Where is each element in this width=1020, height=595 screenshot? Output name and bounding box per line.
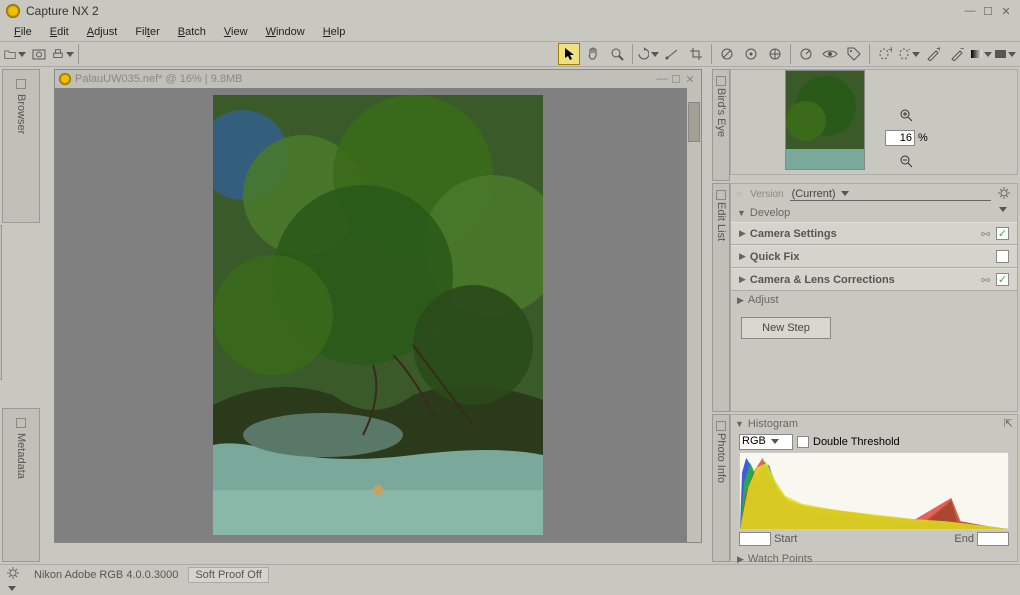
dev-camera-settings[interactable]: ▶Camera Settings⚯✓ bbox=[731, 222, 1017, 245]
fill-tool-icon[interactable] bbox=[994, 43, 1016, 65]
main-toolbar: + − + − bbox=[0, 41, 1020, 67]
new-step-button[interactable]: New Step bbox=[741, 317, 831, 339]
histogram-end-label: End bbox=[954, 533, 974, 545]
edit-list-tab[interactable]: Edit List bbox=[712, 183, 730, 412]
menu-help[interactable]: Help bbox=[315, 24, 354, 40]
double-threshold-checkbox[interactable] bbox=[797, 436, 809, 448]
develop-section[interactable]: ▼Develop bbox=[731, 204, 1017, 222]
snapshot-tool-icon[interactable] bbox=[28, 43, 50, 65]
zoom-unit: % bbox=[918, 132, 928, 144]
histogram-section[interactable]: ▼Histogram⇱ bbox=[731, 415, 1017, 432]
menu-file[interactable]: File bbox=[6, 24, 40, 40]
color-profile-status: Nikon Adobe RGB 4.0.0.3000 bbox=[34, 569, 178, 581]
svg-text:+: + bbox=[888, 47, 892, 56]
histogram-detach-icon[interactable]: ⇱ bbox=[1004, 417, 1013, 430]
svg-text:+: + bbox=[936, 47, 940, 55]
checkbox[interactable]: ✓ bbox=[996, 273, 1009, 286]
dev-camera-lens-corrections[interactable]: ▶Camera & Lens Corrections⚯✓ bbox=[731, 268, 1017, 291]
histogram-channel-select[interactable]: RGB bbox=[739, 434, 793, 450]
color-picker-tool-icon[interactable] bbox=[795, 43, 817, 65]
preferences-icon[interactable] bbox=[6, 566, 24, 584]
redeye-tool-icon[interactable] bbox=[819, 43, 841, 65]
open-tool-icon[interactable] bbox=[4, 43, 26, 65]
browser-panel-tab[interactable]: Browser bbox=[2, 69, 40, 223]
zoom-value-input[interactable] bbox=[885, 130, 915, 146]
histogram-chart bbox=[739, 452, 1009, 530]
histogram-start-input[interactable] bbox=[739, 532, 771, 546]
version-select[interactable]: (Current) bbox=[790, 188, 991, 201]
pointer-tool-icon[interactable] bbox=[558, 43, 580, 65]
minimize-button[interactable]: — bbox=[962, 4, 978, 18]
version-burst-icon: ✳ bbox=[735, 188, 744, 201]
histogram-start-label: Start bbox=[774, 533, 797, 545]
zoom-in-icon[interactable] bbox=[897, 106, 915, 124]
maximize-button[interactable]: ☐ bbox=[980, 4, 996, 18]
double-threshold-label: Double Threshold bbox=[813, 436, 900, 448]
white-point-tool-icon[interactable] bbox=[740, 43, 762, 65]
brush-plus-tool-icon[interactable]: + bbox=[922, 43, 944, 65]
folders-panel-tab[interactable]: Folders bbox=[0, 225, 2, 379]
neutral-point-tool-icon[interactable] bbox=[764, 43, 786, 65]
menu-window[interactable]: Window bbox=[258, 24, 313, 40]
crop-tool-icon[interactable] bbox=[685, 43, 707, 65]
doc-minimize-button[interactable]: — bbox=[655, 72, 669, 86]
gradient-tool-icon[interactable] bbox=[970, 43, 992, 65]
histogram-end-input[interactable] bbox=[977, 532, 1009, 546]
menu-adjust[interactable]: Adjust bbox=[79, 24, 126, 40]
svg-text:−: − bbox=[908, 47, 910, 56]
document-window: PalauUW035.nef* @ 16% | 9.8MB — ☐ ✕ bbox=[54, 69, 702, 543]
link-icon: ⚯ bbox=[981, 228, 993, 240]
soft-proof-status[interactable]: Soft Proof Off bbox=[188, 567, 268, 583]
birds-eye-tab[interactable]: Bird's Eye bbox=[712, 69, 730, 181]
photo-info-tab[interactable]: Photo Info bbox=[712, 414, 730, 562]
watch-points-section[interactable]: ▶Watch Points bbox=[731, 550, 1017, 568]
photo-canvas[interactable] bbox=[213, 95, 543, 535]
brush-minus-tool-icon[interactable]: − bbox=[946, 43, 968, 65]
app-icon bbox=[6, 4, 20, 18]
menu-batch[interactable]: Batch bbox=[170, 24, 214, 40]
lasso-minus-tool-icon[interactable]: − bbox=[898, 43, 920, 65]
dev-quick-fix[interactable]: ▶Quick Fix bbox=[731, 245, 1017, 268]
adjust-section[interactable]: ▶Adjust bbox=[731, 291, 1017, 309]
metadata-panel-tab[interactable]: Metadata bbox=[2, 408, 40, 562]
rotate-tool-icon[interactable] bbox=[637, 43, 659, 65]
black-point-tool-icon[interactable] bbox=[716, 43, 738, 65]
document-icon bbox=[59, 73, 71, 85]
straighten-tool-icon[interactable] bbox=[661, 43, 683, 65]
checkbox[interactable]: ✓ bbox=[996, 227, 1009, 240]
menu-filter[interactable]: Filter bbox=[127, 24, 167, 40]
print-tool-icon[interactable] bbox=[52, 43, 74, 65]
lasso-plus-tool-icon[interactable]: + bbox=[874, 43, 896, 65]
svg-text:−: − bbox=[960, 47, 964, 55]
zoom-tool-icon[interactable] bbox=[606, 43, 628, 65]
checkbox[interactable] bbox=[996, 250, 1009, 263]
doc-maximize-button[interactable]: ☐ bbox=[669, 72, 683, 86]
menubar: File Edit Adjust Filter Batch View Windo… bbox=[0, 22, 1020, 41]
menu-edit[interactable]: Edit bbox=[42, 24, 77, 40]
menu-view[interactable]: View bbox=[216, 24, 256, 40]
zoom-out-icon[interactable] bbox=[897, 152, 915, 170]
document-title: PalauUW035.nef* @ 16% | 9.8MB bbox=[75, 73, 243, 85]
app-title: Capture NX 2 bbox=[26, 4, 99, 18]
vertical-scrollbar[interactable] bbox=[687, 88, 701, 542]
tag-tool-icon[interactable] bbox=[843, 43, 865, 65]
version-label: Version bbox=[750, 189, 783, 200]
close-button[interactable]: ✕ bbox=[998, 4, 1014, 18]
link-icon: ⚯ bbox=[981, 274, 993, 286]
doc-close-button[interactable]: ✕ bbox=[683, 72, 697, 86]
hand-tool-icon[interactable] bbox=[582, 43, 604, 65]
birds-eye-thumbnail[interactable] bbox=[785, 70, 865, 170]
edit-list-settings-icon[interactable] bbox=[997, 186, 1013, 202]
